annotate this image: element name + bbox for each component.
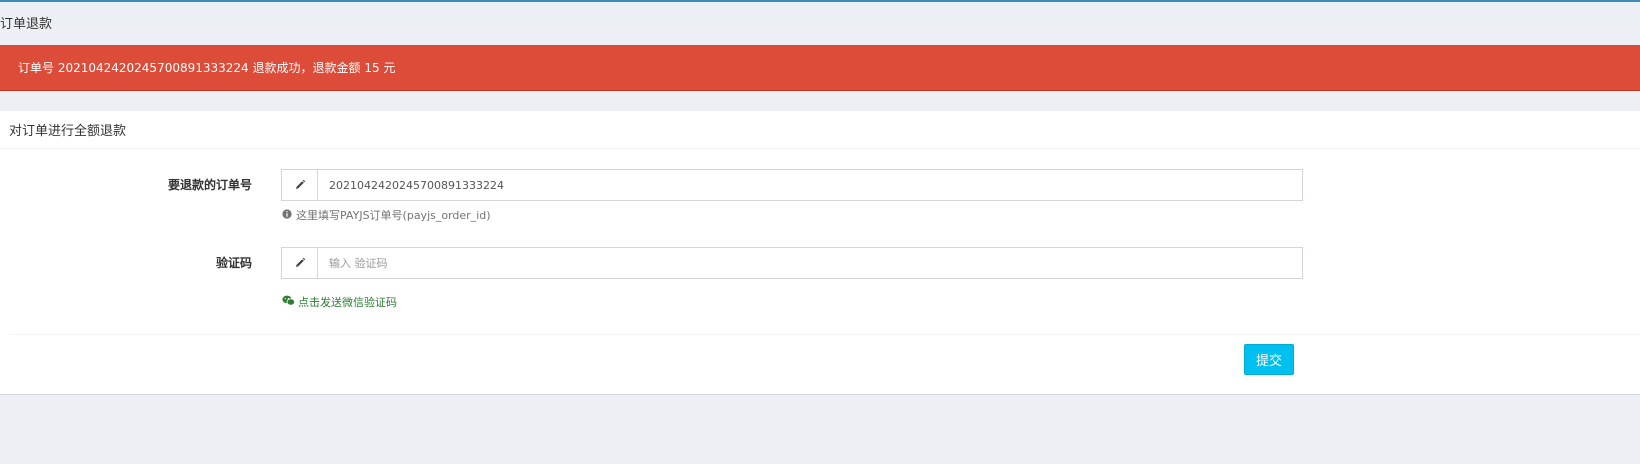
top-accent-line xyxy=(0,0,1640,2)
box-title: 对订单进行全额退款 xyxy=(9,124,127,139)
order-number-input[interactable] xyxy=(317,169,1303,201)
pencil-icon xyxy=(281,169,317,201)
alert-danger: 订单号 20210424202457008913332​24 退款成功，退款金额… xyxy=(0,45,1640,91)
alert-message: 订单号 20210424202457008913332​24 退款成功，退款金额… xyxy=(18,61,396,75)
captcha-input[interactable] xyxy=(317,247,1303,279)
captcha-label: 验证码 xyxy=(215,256,252,270)
send-wechat-code-link[interactable]: 点击发送微信验证码 xyxy=(282,294,397,310)
form-divider xyxy=(9,334,1640,335)
pencil-icon xyxy=(281,247,317,279)
captcha-input-group xyxy=(281,247,1303,279)
send-wechat-code-text: 点击发送微信验证码 xyxy=(298,296,397,309)
order-number-help: 这里填写PAYJS订单号(payjs_order_id) xyxy=(282,207,491,223)
info-circle-icon xyxy=(282,208,292,222)
submit-button[interactable]: 提交 xyxy=(1244,344,1294,375)
page-title: 订单退款 xyxy=(0,17,53,32)
refund-box: 对订单进行全额退款 要退款的订单号 这里填写PAYJS订单号(payjs_ord… xyxy=(0,111,1640,395)
order-number-label: 要退款的订单号 xyxy=(167,178,252,192)
wechat-icon xyxy=(282,295,295,309)
box-header: 对订单进行全额退款 xyxy=(0,111,1640,149)
order-number-help-text: 这里填写PAYJS订单号(payjs_order_id) xyxy=(296,209,491,222)
order-number-input-group xyxy=(281,169,1303,201)
